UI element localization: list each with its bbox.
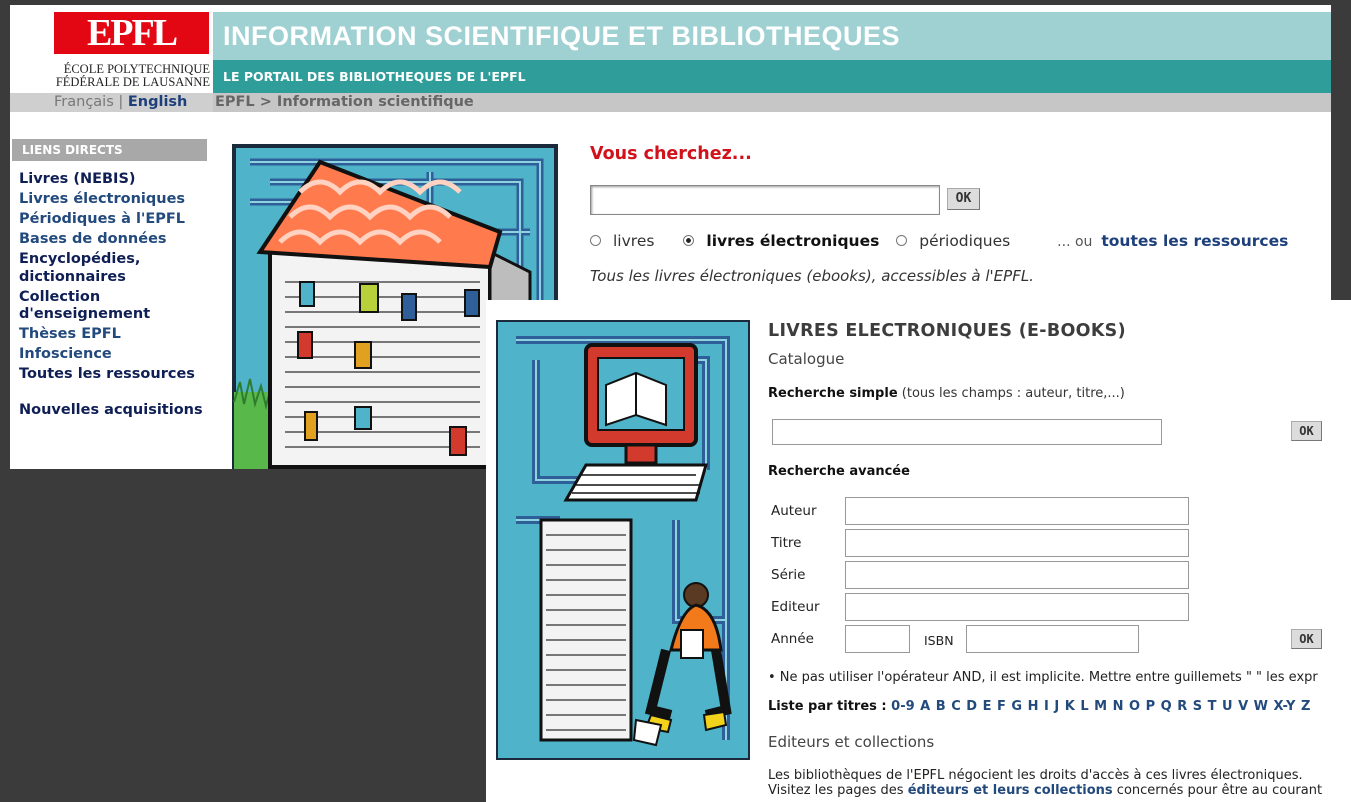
catalogue-heading: Catalogue [768,350,845,368]
series-label: Série [771,567,806,583]
radio-option-periodiques[interactable]: périodiques [896,232,1022,250]
series-input[interactable] [845,561,1189,589]
search-heading: Vous cherchez... [590,144,752,164]
simple-search-input[interactable] [772,419,1162,445]
sidebar-link-periodicals[interactable]: Périodiques à l'EPFL [19,211,209,229]
advanced-search-ok-button[interactable]: OK [1291,629,1322,649]
publisher-input[interactable] [845,593,1189,621]
logo-subtitle-line2: FÉDÉRALE DE LAUSANNE [55,75,210,89]
computer-reader-illustration [496,320,750,760]
radio-periodiques[interactable] [896,235,908,246]
title-input[interactable] [845,529,1189,557]
search-input[interactable] [590,185,940,215]
sidebar-link-ebooks[interactable]: Livres électroniques [19,191,209,209]
advanced-search-heading: Recherche avancée [768,464,910,479]
title-index-letters[interactable]: 0-9 A B C D E F G H I J K L M N O P Q R … [891,699,1310,714]
isbn-input[interactable] [966,625,1139,653]
language-switcher: Français | English [54,93,187,112]
radio-option-ebooks[interactable]: livres électroniques [683,232,879,250]
publishers-collections-link[interactable]: éditeurs et leurs collections [908,783,1113,798]
simple-search-bold: Recherche simple [768,386,898,401]
radio-ebooks[interactable] [683,235,695,246]
sidebar-links: Livres (NEBIS) Livres électroniques Péri… [19,171,209,422]
simple-search-label: Recherche simple (tous les champs : aute… [768,386,1125,401]
breadcrumb[interactable]: EPFL > Information scientifique [213,93,1331,112]
search-scope: livres livres électroniques périodiques … [590,232,1288,250]
publishers-paragraph-line2: Visitez les pages des éditeurs et leurs … [768,783,1322,798]
title-index: Liste par titres : 0-9 A B C D E F G H I… [768,699,1310,714]
sidebar-link-new-acquisitions[interactable]: Nouvelles acquisitions [19,402,209,420]
lang-en-link[interactable]: English [128,94,188,110]
simple-search-hint: (tous les champs : auteur, titre,...) [897,386,1125,401]
sidebar-link-nebis[interactable]: Livres (NEBIS) [19,171,209,189]
ebooks-window: LIVRES ELECTRONIQUES (E-BOOKS) Catalogue… [486,300,1351,802]
year-label: Année [771,631,814,647]
search-helper-text: Tous les livres électroniques (ebooks), … [590,267,1034,285]
lang-fr-link[interactable]: Français [54,94,114,110]
title-index-label: Liste par titres : [768,699,887,714]
isbn-label: ISBN [924,633,954,648]
radio-ebooks-label: livres électroniques [706,232,880,250]
sidebar-link-theses[interactable]: Thèses EPFL [19,326,209,344]
radio-livres-label: livres [613,232,655,250]
author-label: Auteur [771,503,817,519]
title-label: Titre [771,535,802,551]
sidebar-link-teaching-collection[interactable]: Collection d'enseignement [19,289,209,324]
publishers-paragraph-line1: Les bibliothèques de l'EPFL négocient le… [768,768,1303,783]
publishers-text-a: Visitez les pages des [768,783,908,798]
ebooks-title: LIVRES ELECTRONIQUES (E-BOOKS) [768,321,1126,341]
radio-periodiques-label: périodiques [919,232,1011,250]
epfl-logo[interactable]: EPFL [54,12,209,54]
nav-bar: Français | English EPFL > Information sc… [10,93,1331,112]
site-title: INFORMATION SCIENTIFIQUE ET BIBLIOTHEQUE… [213,12,1331,60]
sidebar-link-encyclopedias[interactable]: Encyclopédies, dictionnaires [19,251,209,286]
sidebar-link-databases[interactable]: Bases de données [19,231,209,249]
site-subtitle: LE PORTAIL DES BIBLIOTHEQUES DE L'EPFL [213,60,1331,93]
logo-subtitle: ÉCOLE POLYTECHNIQUE FÉDÉRALE DE LAUSANNE [12,63,210,89]
search-tip: • Ne pas utiliser l'opérateur AND, il es… [768,670,1318,685]
sidebar-link-infoscience[interactable]: Infoscience [19,346,209,364]
lang-separator: | [118,94,124,110]
all-resources-link[interactable]: toutes les ressources [1101,232,1288,250]
sidebar-heading: LIENS DIRECTS [12,139,207,161]
radio-livres[interactable] [590,235,601,246]
or-text: ... ou [1057,234,1093,250]
publishers-paragraph: Les bibliothèques de l'EPFL négocient le… [768,768,1322,798]
author-input[interactable] [845,497,1189,525]
publishers-text-b: concernés pour être au courant [1112,783,1323,798]
simple-search-ok-button[interactable]: OK [1291,421,1322,441]
search-ok-button[interactable]: OK [947,188,980,210]
publishers-heading: Editeurs et collections [768,733,935,751]
radio-option-livres[interactable]: livres [590,232,666,250]
sidebar-link-all-resources[interactable]: Toutes les ressources [19,366,209,384]
year-input[interactable] [845,625,910,653]
publisher-label: Editeur [771,599,820,615]
